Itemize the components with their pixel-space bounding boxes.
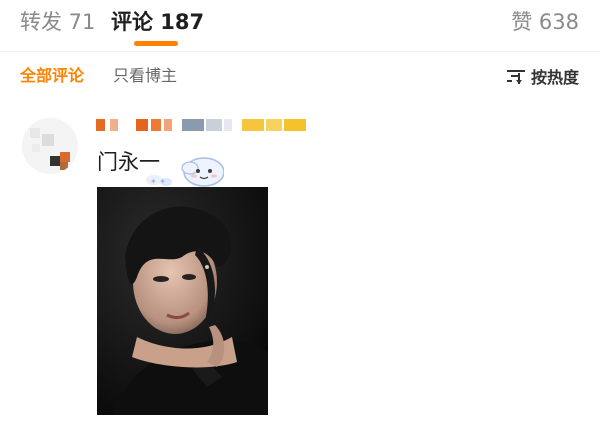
tabbar-divider bbox=[0, 51, 600, 52]
sort-label: 按热度 bbox=[530, 68, 579, 87]
avatar[interactable] bbox=[22, 118, 78, 174]
tab-likes[interactable]: 赞 638 bbox=[511, 8, 579, 36]
svg-text:✦ ✦: ✦ ✦ bbox=[150, 177, 166, 186]
comment-filter-row: 全部评论 只看博主 按热度 bbox=[0, 60, 600, 92]
filter-only-op[interactable]: 只看博主 bbox=[113, 65, 177, 87]
comment-tabbar: 转发 71 评论 187 赞 638 bbox=[0, 0, 600, 50]
cloud-emoji-sticker-icon: ✦ ✦ bbox=[146, 157, 224, 187]
comment-item: 门永一 ✦ ✦ bbox=[0, 110, 600, 426]
tab-comments[interactable]: 评论 187 bbox=[111, 8, 204, 36]
sort-by-popularity-button[interactable]: 按热度 bbox=[506, 65, 579, 87]
portrait-image bbox=[97, 187, 268, 415]
comment-photo[interactable] bbox=[97, 187, 268, 415]
username-pixelated[interactable] bbox=[96, 116, 310, 134]
tab-reposts[interactable]: 转发 71 bbox=[20, 8, 95, 36]
active-tab-indicator bbox=[134, 41, 178, 46]
sort-lines-icon bbox=[506, 70, 525, 84]
filter-all-comments[interactable]: 全部评论 bbox=[20, 65, 84, 87]
